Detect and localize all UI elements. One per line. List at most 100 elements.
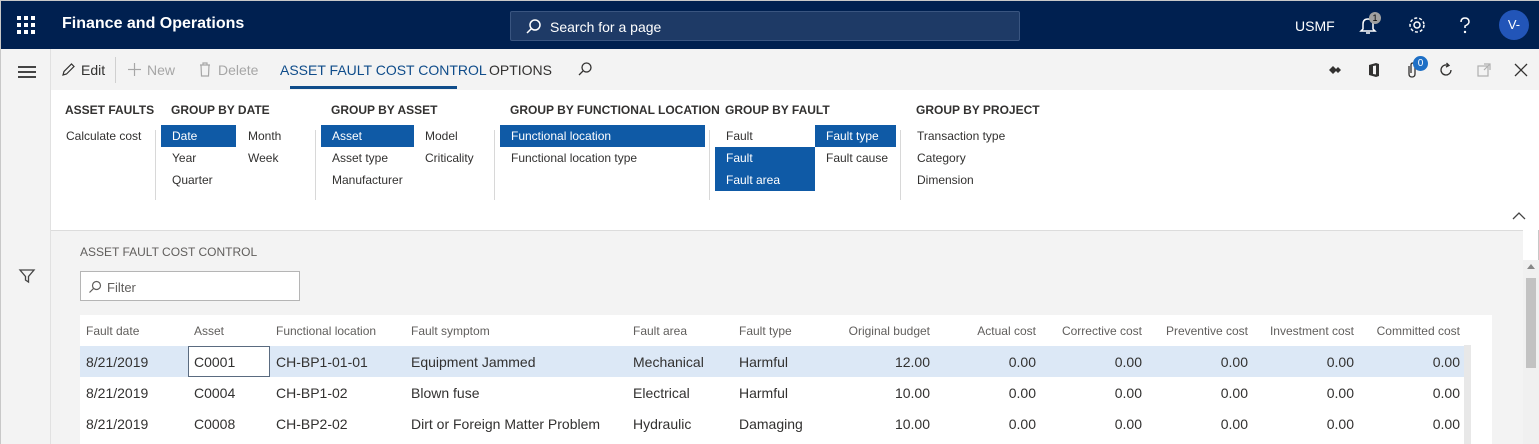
cell-fault-type: Harmful (739, 354, 789, 370)
power-apps-icon[interactable] (1326, 61, 1344, 79)
group-title-group-by-functional-location: GROUP BY FUNCTIONAL LOCATION (510, 103, 720, 117)
app-title[interactable]: Finance and Operations (62, 15, 244, 33)
cell-committed-cost: 0.00 (1432, 416, 1460, 432)
column-header-fault-area[interactable]: Fault area (633, 324, 687, 338)
cell-asset[interactable]: C0001 (194, 354, 235, 370)
action-pane: Edit New Delete ASSET FAULT COST CONTROL… (51, 49, 1539, 90)
grid-scrollbar[interactable] (1464, 345, 1471, 444)
group-by-functional-location-type-button[interactable]: Functional location type (500, 147, 648, 169)
cell-fault-date: 8/21/2019 (86, 416, 149, 432)
plus-icon (128, 63, 141, 76)
cell-investment-cost: 0.00 (1326, 416, 1354, 432)
hamburger-menu-icon[interactable] (18, 66, 36, 78)
cell-functional-location: CH-BP2-02 (276, 416, 348, 432)
column-header-fault-type[interactable]: Fault type (739, 324, 792, 338)
group-by-model-button[interactable]: Model (414, 125, 469, 147)
attachment-count-badge: 0 (1413, 56, 1428, 71)
scrollbar-thumb[interactable] (1526, 278, 1536, 368)
active-tab-indicator (290, 86, 457, 89)
group-by-asset-button[interactable]: Asset (321, 125, 414, 147)
new-button[interactable]: New (147, 62, 175, 78)
filter-placeholder: Filter (107, 280, 136, 295)
column-header-corrective-cost[interactable]: Corrective cost (1042, 324, 1142, 338)
cell-fault-area: Hydraulic (633, 416, 692, 432)
divider (315, 130, 316, 200)
cell-fault-type: Damaging (739, 416, 803, 432)
cell-corrective-cost: 0.00 (1114, 416, 1142, 432)
cell-functional-location: CH-BP1-01-01 (276, 354, 368, 370)
group-by-criticality-button[interactable]: Criticality (414, 147, 485, 169)
group-by-week-button[interactable]: Week (237, 147, 289, 169)
column-header-fault-date[interactable]: Fault date (86, 324, 139, 338)
group-by-fault-area-button[interactable]: Fault area (715, 169, 815, 191)
app-launcher-icon[interactable] (17, 16, 35, 34)
group-by-functional-location-button[interactable]: Functional location (500, 125, 705, 147)
calculate-cost-button[interactable]: Calculate cost (55, 125, 152, 147)
cell-asset: C0008 (194, 416, 236, 432)
group-by-year-button[interactable]: Year (161, 147, 207, 169)
open-new-window-icon[interactable] (1475, 61, 1493, 79)
group-by-fault-symptom-button[interactable]: Fault symptom (715, 147, 815, 187)
group-by-fault-type-button[interactable]: Fault type (815, 125, 896, 147)
group-by-fault-cause-button[interactable]: Fault cause (815, 147, 899, 169)
group-by-month-button[interactable]: Month (237, 125, 292, 147)
group-by-fault-button[interactable]: Fault (715, 125, 764, 147)
group-title-asset-faults: ASSET FAULTS (65, 103, 155, 117)
table-row[interactable]: 8/21/2019 C0008 CH-BP2-02 Dirt or Foreig… (80, 408, 1464, 439)
group-by-manufacturer-button[interactable]: Manufacturer (321, 169, 414, 191)
gear-icon[interactable] (1406, 14, 1428, 36)
divider (709, 130, 710, 200)
table-row[interactable]: 8/21/2019 C0004 CH-BP1-02 Blown fuse Ele… (80, 377, 1464, 408)
company-selector[interactable]: USMF (1295, 18, 1335, 34)
column-header-preventive-cost[interactable]: Preventive cost (1148, 324, 1248, 338)
page-scrollbar[interactable] (1523, 260, 1539, 444)
chevron-up-icon[interactable] (1512, 211, 1526, 221)
office-icon[interactable] (1365, 61, 1383, 79)
column-header-investment-cost[interactable]: Investment cost (1254, 324, 1354, 338)
cell-preventive-cost: 0.00 (1220, 385, 1248, 401)
table-row[interactable]: 8/21/2019 C0001 CH-BP1-01-01 Equipment J… (80, 346, 1464, 377)
search-icon[interactable] (577, 61, 593, 77)
help-icon[interactable] (1454, 14, 1476, 36)
filter-input[interactable]: Filter (80, 271, 300, 301)
cell-actual-cost: 0.00 (1008, 385, 1036, 401)
data-grid: Fault date Asset Functional location Fau… (80, 315, 1492, 444)
tab-options[interactable]: OPTIONS (489, 62, 552, 78)
column-header-fault-symptom[interactable]: Fault symptom (411, 324, 490, 338)
cell-fault-symptom: Dirt or Foreign Matter Problem (411, 416, 601, 432)
group-by-quarter-button[interactable]: Quarter (161, 169, 224, 191)
cell-asset: C0004 (194, 385, 236, 401)
group-by-category-button[interactable]: Category (906, 147, 977, 169)
cell-fault-area: Electrical (633, 385, 690, 401)
group-by-date-button[interactable]: Date (161, 125, 236, 147)
column-header-functional-location[interactable]: Functional location (276, 324, 376, 338)
group-title-group-by-fault: GROUP BY FAULT (725, 103, 830, 117)
cell-fault-date: 8/21/2019 (86, 354, 149, 370)
cell-fault-type: Harmful (739, 385, 789, 401)
edit-button[interactable]: Edit (81, 62, 105, 78)
group-by-dimension-button[interactable]: Dimension (906, 169, 985, 191)
column-header-original-budget[interactable]: Original budget (830, 324, 930, 338)
scroll-up-icon[interactable] (1527, 264, 1535, 269)
column-header-committed-cost[interactable]: Committed cost (1360, 324, 1460, 338)
cell-preventive-cost: 0.00 (1220, 416, 1248, 432)
close-icon[interactable] (1512, 61, 1530, 79)
refresh-icon[interactable] (1437, 61, 1455, 79)
avatar[interactable]: V- (1499, 10, 1529, 40)
divider (900, 130, 901, 200)
group-by-asset-type-button[interactable]: Asset type (321, 147, 399, 169)
top-nav-bar: Finance and Operations Search for a page… (1, 1, 1539, 49)
column-header-asset[interactable]: Asset (194, 324, 224, 338)
cell-actual-cost: 0.00 (1008, 416, 1036, 432)
tab-asset-fault-cost-control[interactable]: ASSET FAULT COST CONTROL (280, 62, 487, 78)
delete-button[interactable]: Delete (218, 62, 258, 78)
column-header-actual-cost[interactable]: Actual cost (936, 324, 1036, 338)
group-by-transaction-type-button[interactable]: Transaction type (906, 125, 1016, 147)
cell-committed-cost: 0.00 (1432, 354, 1460, 370)
group-title-group-by-asset: GROUP BY ASSET (331, 103, 438, 117)
filter-pane-icon[interactable] (18, 267, 36, 285)
notification-badge: 1 (1369, 12, 1381, 24)
search-input[interactable]: Search for a page (510, 11, 1020, 41)
trash-icon (200, 62, 210, 77)
left-nav-rail (1, 49, 51, 444)
